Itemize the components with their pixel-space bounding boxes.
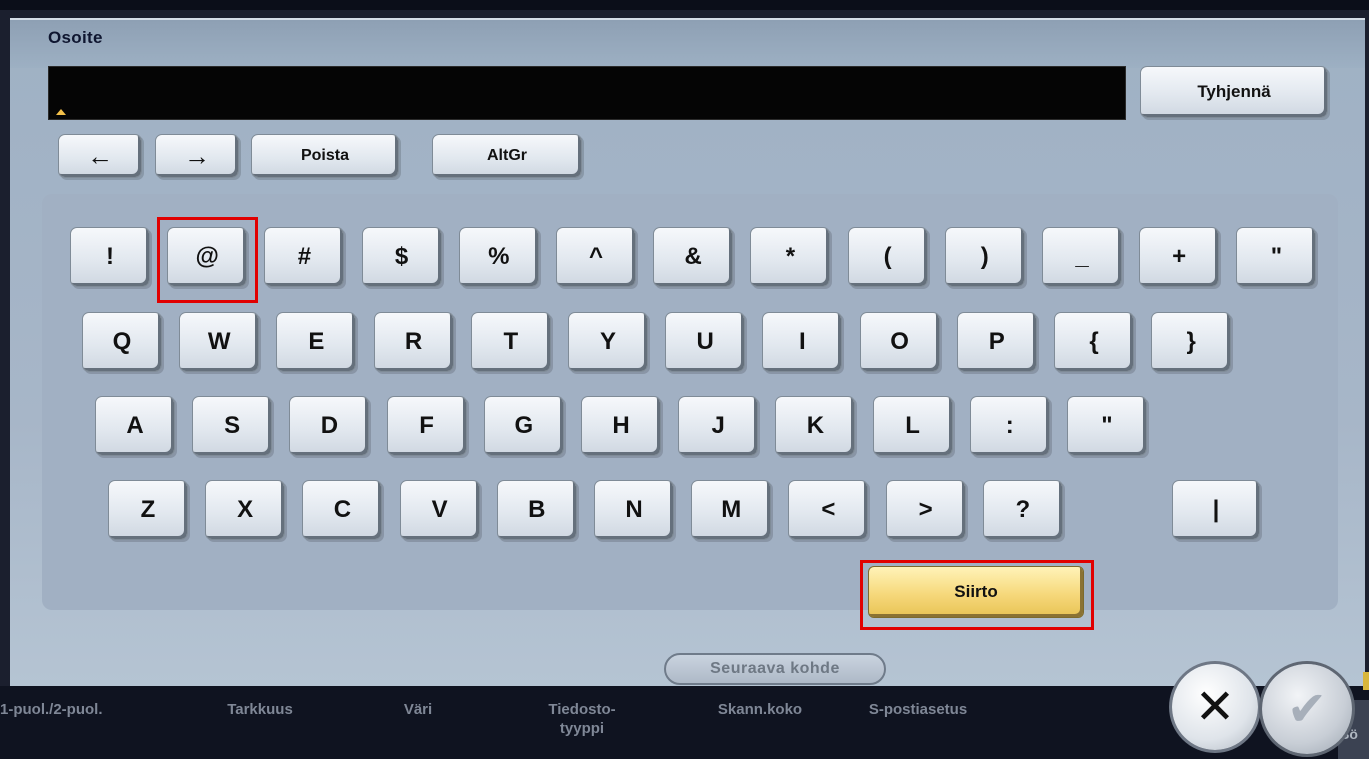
- key-m[interactable]: M: [691, 480, 772, 540]
- key-brace-close[interactable]: }: [1151, 312, 1232, 372]
- next-destination-button[interactable]: Seuraava kohde: [664, 653, 886, 685]
- key-n[interactable]: N: [594, 480, 674, 540]
- key-paren-open[interactable]: (: [847, 227, 928, 287]
- key-l[interactable]: L: [872, 396, 953, 456]
- key-h[interactable]: H: [581, 396, 661, 456]
- tab-duplex[interactable]: 1-puol./2-puol.: [0, 700, 180, 719]
- tab-email-settings[interactable]: S-postiasetus: [848, 700, 988, 719]
- key-underscore[interactable]: _: [1042, 227, 1122, 287]
- key-s[interactable]: S: [192, 396, 273, 456]
- delete-button[interactable]: Poista: [251, 134, 399, 178]
- key-brace-open[interactable]: {: [1054, 312, 1134, 372]
- checkmark-icon: ✔: [1286, 683, 1328, 736]
- key-p[interactable]: P: [956, 312, 1037, 372]
- ok-button[interactable]: ✔: [1262, 664, 1352, 754]
- key-colon[interactable]: :: [969, 396, 1050, 456]
- tab-file-type[interactable]: Tiedosto- tyyppi: [522, 700, 642, 738]
- key-c[interactable]: C: [302, 480, 383, 540]
- tab-color[interactable]: Väri: [378, 700, 458, 719]
- key-asterisk[interactable]: *: [750, 227, 831, 287]
- title-bar: Osoite: [10, 20, 1365, 68]
- key-question[interactable]: ?: [982, 480, 1063, 540]
- key-pipe[interactable]: |: [1172, 480, 1260, 540]
- key-j[interactable]: J: [678, 396, 759, 456]
- key-y[interactable]: Y: [568, 312, 648, 372]
- shift-button[interactable]: Siirto: [868, 566, 1084, 618]
- close-icon: ✕: [1194, 681, 1236, 734]
- dialog-title: Osoite: [48, 28, 103, 47]
- key-quote[interactable]: ": [1067, 396, 1147, 456]
- key-b[interactable]: B: [496, 480, 577, 540]
- key-caret[interactable]: ^: [556, 227, 636, 287]
- tab-scan-size[interactable]: Skann.koko: [690, 700, 830, 719]
- key-i[interactable]: I: [762, 312, 843, 372]
- tab-resolution[interactable]: Tarkkuus: [200, 700, 320, 719]
- key-u[interactable]: U: [665, 312, 746, 372]
- key-x[interactable]: X: [205, 480, 286, 540]
- key-d[interactable]: D: [289, 396, 370, 456]
- address-input[interactable]: [48, 66, 1126, 120]
- key-t[interactable]: T: [470, 312, 551, 372]
- key-r[interactable]: R: [373, 312, 454, 372]
- clear-button[interactable]: Tyhjennä: [1140, 66, 1328, 118]
- key-paren-close[interactable]: ): [944, 227, 1025, 287]
- key-f[interactable]: F: [386, 396, 467, 456]
- key-hash[interactable]: #: [264, 227, 345, 287]
- key-at[interactable]: @: [167, 227, 248, 287]
- key-ampersand[interactable]: &: [653, 227, 734, 287]
- key-dollar[interactable]: $: [361, 227, 442, 287]
- key-v[interactable]: V: [399, 480, 480, 540]
- altgr-button[interactable]: AltGr: [432, 134, 582, 178]
- key-less-than[interactable]: <: [788, 480, 869, 540]
- key-quote[interactable]: ": [1236, 227, 1317, 287]
- cancel-button[interactable]: ✕: [1172, 664, 1258, 750]
- key-k[interactable]: K: [775, 396, 856, 456]
- bottom-tab-bar: 1-puol./2-puol. Tarkkuus Väri Tiedosto- …: [0, 686, 1369, 759]
- key-o[interactable]: O: [859, 312, 940, 372]
- cursor-caret-icon: [56, 109, 66, 115]
- key-w[interactable]: W: [179, 312, 260, 372]
- key-a[interactable]: A: [95, 396, 175, 456]
- key-exclamation[interactable]: !: [70, 227, 150, 287]
- indicator-tick: [1363, 672, 1369, 690]
- key-z[interactable]: Z: [108, 480, 188, 540]
- arrow-left-button[interactable]: ←: [58, 134, 142, 178]
- key-g[interactable]: G: [483, 396, 564, 456]
- key-q[interactable]: Q: [82, 312, 162, 372]
- key-percent[interactable]: %: [458, 227, 539, 287]
- key-greater-than[interactable]: >: [885, 480, 966, 540]
- key-e[interactable]: E: [276, 312, 357, 372]
- key-plus[interactable]: +: [1139, 227, 1220, 287]
- arrow-right-button[interactable]: →: [155, 134, 239, 178]
